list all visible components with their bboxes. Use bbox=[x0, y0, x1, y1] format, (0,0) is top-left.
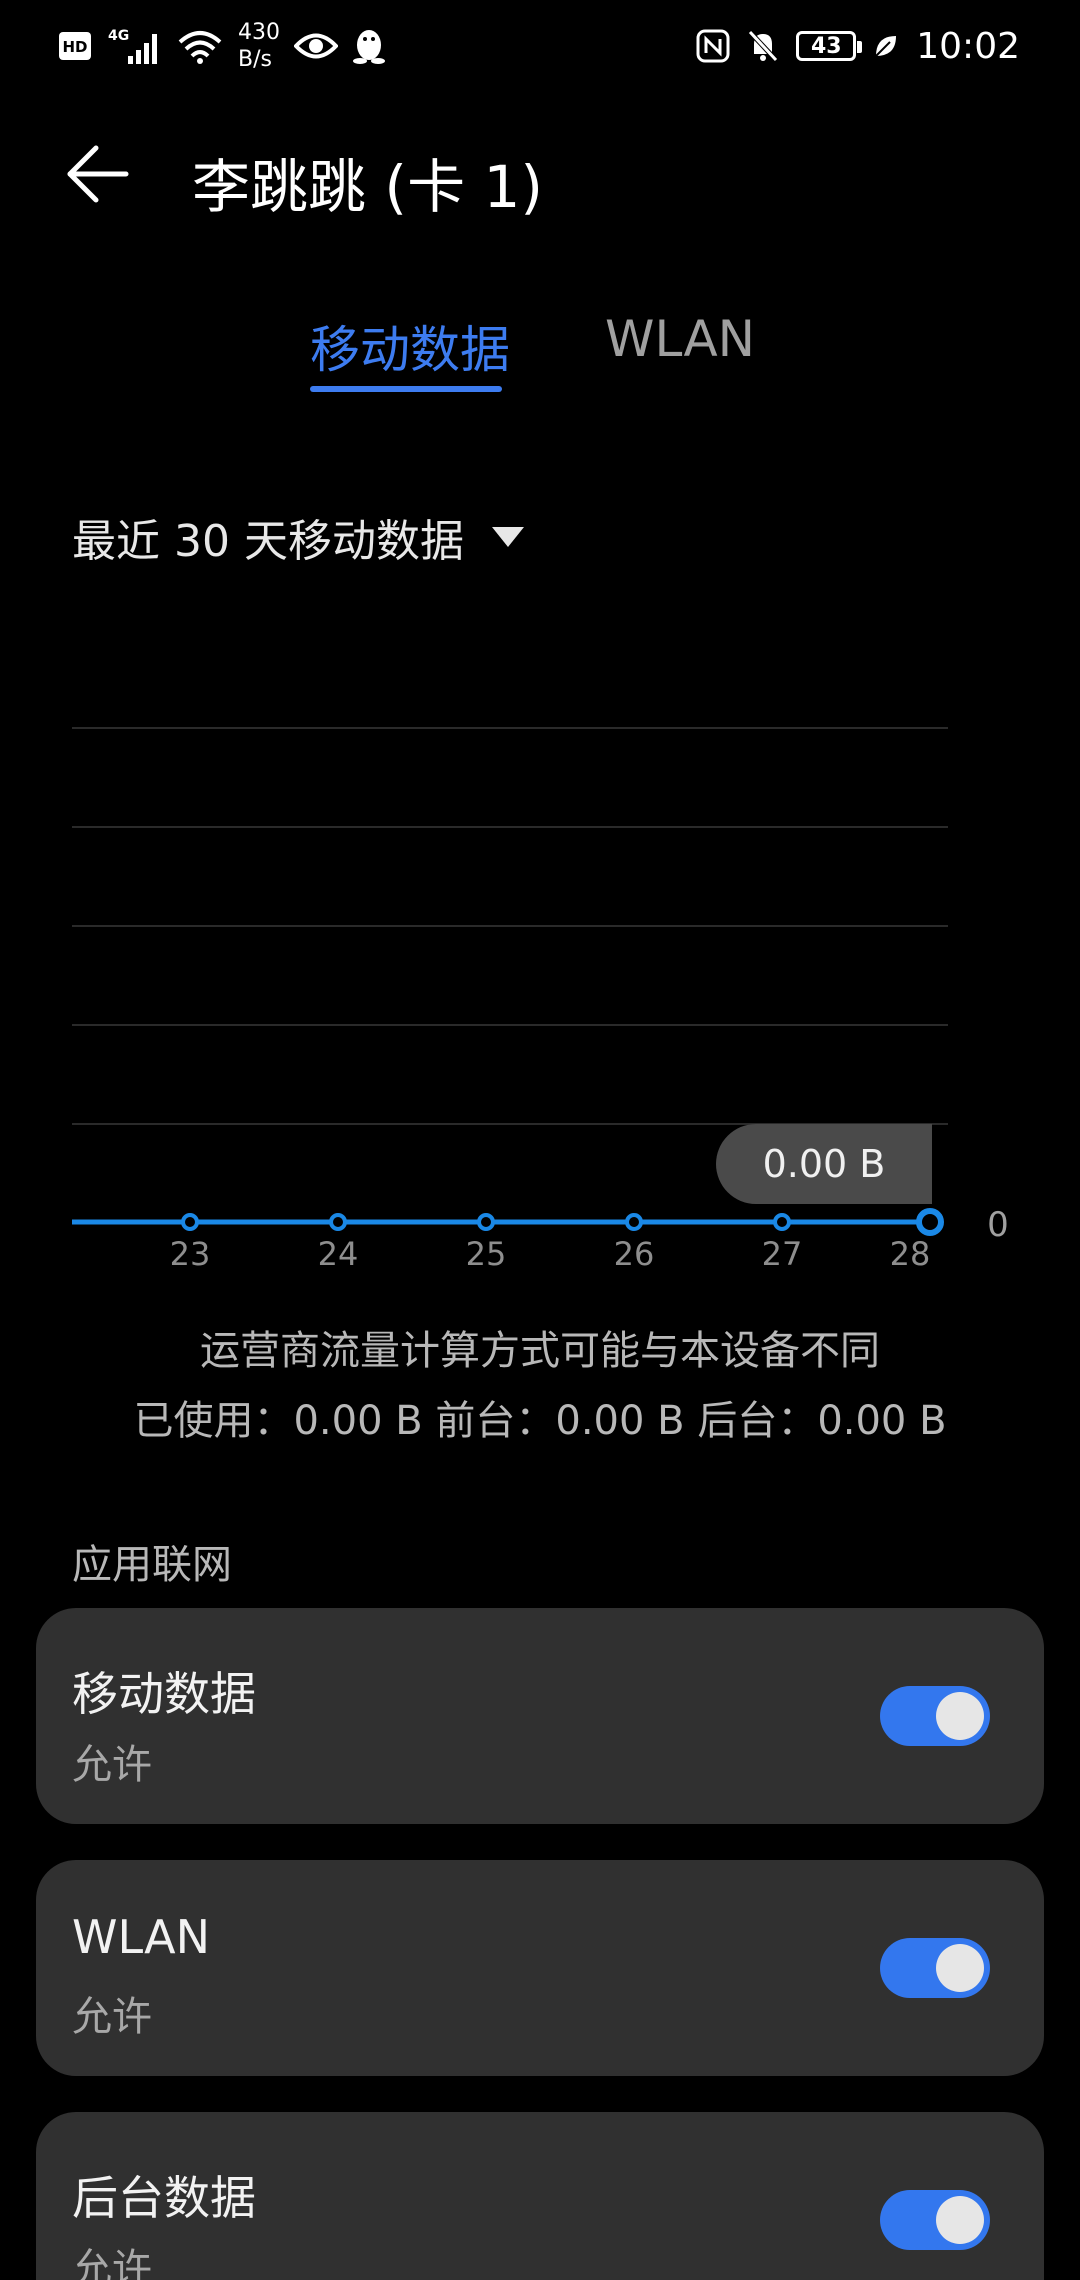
status-bar-right: 43 10:02 bbox=[696, 18, 1020, 74]
chart-point bbox=[181, 1213, 199, 1231]
card-mobile-data[interactable]: 移动数据 允许 bbox=[36, 1608, 1044, 1824]
chart-point bbox=[329, 1213, 347, 1231]
clock: 10:02 bbox=[916, 25, 1020, 67]
chart-x-tick-label: 28 bbox=[890, 1235, 931, 1273]
app-bar: 李跳跳 (卡 1) bbox=[0, 120, 1080, 230]
tab-indicator bbox=[310, 386, 502, 392]
chart-y-tick-label: 0 bbox=[987, 1205, 1009, 1245]
cellular-signal-icon: 4G bbox=[106, 26, 162, 66]
card-subtitle: 允许 bbox=[72, 1994, 152, 2040]
chart-point bbox=[625, 1213, 643, 1231]
background-data-toggle[interactable] bbox=[880, 2190, 990, 2250]
eye-icon bbox=[294, 29, 338, 63]
carrier-note: 运营商流量计算方式可能与本设备不同 bbox=[200, 1328, 880, 1374]
period-label: 最近 30 天移动数据 bbox=[72, 516, 464, 567]
usage-chart: 0 23 24 25 26 27 28 0.00 B bbox=[0, 700, 1080, 1280]
hd-icon: HD bbox=[58, 31, 92, 61]
chart-x-tick-label: 23 bbox=[170, 1235, 211, 1273]
chart-x-tick-label: 24 bbox=[318, 1235, 359, 1273]
status-bar-left: HD 4G 430 B/s bbox=[58, 18, 386, 74]
chart-point bbox=[477, 1213, 495, 1231]
card-background-data[interactable]: 后台数据 允许 bbox=[36, 2112, 1044, 2280]
wlan-toggle[interactable] bbox=[880, 1938, 990, 1998]
card-title: WLAN bbox=[72, 1910, 211, 1964]
chart-x-tick-label: 26 bbox=[614, 1235, 655, 1273]
card-wlan[interactable]: WLAN 允许 bbox=[36, 1860, 1044, 2076]
dropdown-caret-icon bbox=[491, 527, 524, 547]
toggle-knob bbox=[936, 2196, 984, 2244]
arrow-left-icon bbox=[66, 144, 130, 208]
nfc-icon bbox=[696, 29, 730, 63]
tab-wlan[interactable]: WLAN bbox=[605, 310, 755, 368]
leaf-icon bbox=[872, 32, 900, 60]
wifi-icon bbox=[176, 26, 224, 66]
card-title: 后台数据 bbox=[72, 2171, 256, 2225]
tab-mobile-data[interactable]: 移动数据 bbox=[310, 310, 510, 382]
page-title: 李跳跳 (卡 1) bbox=[192, 153, 544, 221]
penguin-icon bbox=[352, 27, 386, 65]
network-speed-unit: B/s bbox=[238, 47, 272, 72]
chart-point-selected bbox=[916, 1208, 944, 1236]
toggle-knob bbox=[936, 1692, 984, 1740]
chart-tooltip-corner bbox=[880, 1124, 932, 1204]
status-bar: HD 4G 430 B/s 43 10:02 bbox=[0, 0, 1080, 92]
back-button[interactable] bbox=[66, 142, 146, 210]
battery-icon: 43 bbox=[796, 31, 863, 61]
chart-x-tick-label: 25 bbox=[466, 1235, 507, 1273]
network-speed-value: 430 bbox=[238, 20, 280, 45]
card-subtitle: 允许 bbox=[72, 2246, 152, 2280]
chart-point bbox=[773, 1213, 791, 1231]
period-selector[interactable]: 最近 30 天移动数据 bbox=[72, 505, 524, 569]
network-speed: 430 B/s bbox=[238, 19, 280, 73]
toggle-knob bbox=[936, 1944, 984, 1992]
bell-muted-icon bbox=[746, 28, 780, 64]
usage-summary: 已使用：0.00 B 前台：0.00 B 后台：0.00 B bbox=[133, 1398, 947, 1444]
chart-tooltip-label: 0.00 B bbox=[763, 1142, 886, 1186]
card-title: 移动数据 bbox=[72, 1667, 256, 1721]
section-title: 应用联网 bbox=[72, 1542, 232, 1588]
chart-x-tick-label: 27 bbox=[762, 1235, 803, 1273]
mobile-data-toggle[interactable] bbox=[880, 1686, 990, 1746]
svg-text:HD: HD bbox=[62, 38, 87, 56]
usage-chart-svg: 0 23 24 25 26 27 28 0.00 B bbox=[72, 727, 1009, 1273]
card-subtitle: 允许 bbox=[72, 1742, 152, 1788]
svg-text:4G: 4G bbox=[108, 28, 129, 44]
tab-bar: 移动数据 WLAN bbox=[0, 300, 1080, 400]
